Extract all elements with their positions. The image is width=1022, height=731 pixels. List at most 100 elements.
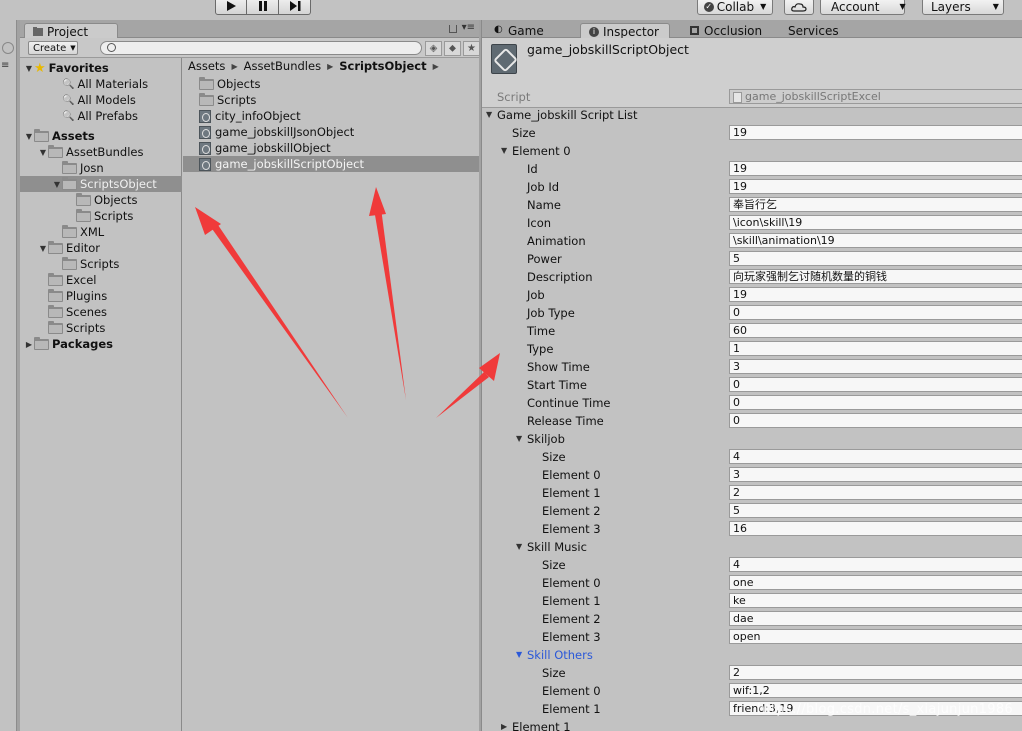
foldout-arrow-icon[interactable]: ▼ bbox=[501, 146, 507, 155]
file-item[interactable]: game_jobskillJsonObject bbox=[183, 124, 479, 140]
foldout-arrow-icon[interactable]: ▼ bbox=[516, 650, 522, 659]
tree-item[interactable]: Scripts bbox=[20, 208, 182, 224]
filter-by-label-icon[interactable]: ⬥ bbox=[444, 41, 461, 56]
tree-item[interactable]: Josn bbox=[20, 160, 182, 176]
tree-item[interactable]: 🔍 All Models bbox=[20, 92, 182, 108]
property-value-field[interactable]: 5 bbox=[729, 503, 1022, 518]
layers-dropdown[interactable]: Layers ▼ bbox=[922, 0, 1004, 15]
foldout-label[interactable]: Element 0 bbox=[512, 144, 571, 158]
property-value: wif:1,2 bbox=[733, 684, 770, 697]
cloud-button[interactable] bbox=[784, 0, 814, 15]
collab-button[interactable]: ✓ Collab ▼ bbox=[697, 0, 773, 15]
property-value-field[interactable]: 向玩家强制乞讨随机数量的铜钱 bbox=[729, 269, 1022, 284]
foldout-arrow-icon[interactable]: ▼ bbox=[516, 434, 522, 443]
property-value: 2 bbox=[733, 666, 740, 679]
property-value-field[interactable]: 60 bbox=[729, 323, 1022, 338]
property-value-field[interactable]: 0 bbox=[729, 413, 1022, 428]
breadcrumb-item[interactable]: AssetBundles bbox=[244, 59, 321, 73]
step-button[interactable] bbox=[279, 0, 311, 15]
collapse-arrow-icon[interactable]: ▼ bbox=[52, 180, 62, 189]
property-value: 向玩家强制乞讨随机数量的铜钱 bbox=[733, 270, 887, 283]
property-value-field[interactable]: 0 bbox=[729, 377, 1022, 392]
tree-item[interactable]: ▶ Packages bbox=[20, 336, 182, 352]
filter-by-type-icon[interactable]: ◈ bbox=[425, 41, 442, 56]
tree-item[interactable]: Plugins bbox=[20, 288, 182, 304]
property-value-field[interactable]: 4 bbox=[729, 449, 1022, 464]
tree-item[interactable]: 🔍 All Materials bbox=[20, 76, 182, 92]
tree-item[interactable]: ▼ Editor bbox=[20, 240, 182, 256]
tree-item[interactable]: Objects bbox=[20, 192, 182, 208]
tab-services[interactable]: Services bbox=[766, 23, 846, 39]
tree-item[interactable]: Scripts bbox=[20, 256, 182, 272]
property-value-field[interactable]: 19 bbox=[729, 161, 1022, 176]
property-value-field[interactable]: 4 bbox=[729, 557, 1022, 572]
search-icon[interactable] bbox=[2, 42, 14, 54]
menu-icon[interactable]: ≡ bbox=[1, 60, 9, 71]
property-value-field[interactable]: 奉旨行乞 bbox=[729, 197, 1022, 212]
tab-inspector[interactable]: i Inspector bbox=[580, 23, 670, 39]
property-value-field[interactable]: \skill\animation\19 bbox=[729, 233, 1022, 248]
foldout-label[interactable]: Skill Music bbox=[527, 540, 587, 554]
property-value: 1 bbox=[733, 342, 740, 355]
tree-item[interactable]: ▼ ★ Favorites bbox=[20, 60, 182, 76]
tab-occlusion[interactable]: Occlusion bbox=[682, 23, 772, 39]
file-item[interactable]: Scripts bbox=[183, 92, 479, 108]
property-value-field[interactable]: open bbox=[729, 629, 1022, 644]
property-value-field[interactable]: 5 bbox=[729, 251, 1022, 266]
file-item[interactable]: city_infoObject bbox=[183, 108, 479, 124]
tree-item[interactable]: Excel bbox=[20, 272, 182, 288]
panel-menu-icon[interactable]: ▾≡ bbox=[462, 22, 475, 33]
tree-item[interactable]: ▼ ScriptsObject bbox=[20, 176, 182, 192]
favorite-star-icon[interactable]: ★ bbox=[463, 41, 480, 56]
file-item[interactable]: Objects bbox=[183, 76, 479, 92]
property-value-field[interactable]: 3 bbox=[729, 467, 1022, 482]
property-value-field[interactable]: 0 bbox=[729, 305, 1022, 320]
pause-button[interactable] bbox=[247, 0, 279, 15]
foldout-arrow-icon[interactable]: ▼ bbox=[516, 542, 522, 551]
property-value-field[interactable]: 0 bbox=[729, 395, 1022, 410]
lock-icon[interactable] bbox=[449, 25, 457, 33]
file-item[interactable]: game_jobskillObject bbox=[183, 140, 479, 156]
panel-edge-header bbox=[0, 22, 16, 36]
breadcrumb-item[interactable]: Assets bbox=[188, 59, 225, 73]
property-value-field[interactable]: one bbox=[729, 575, 1022, 590]
collapse-arrow-icon[interactable]: ▼ bbox=[24, 64, 34, 73]
tree-item[interactable]: XML bbox=[20, 224, 182, 240]
breadcrumb-item[interactable]: ScriptsObject bbox=[339, 59, 426, 73]
tree-item[interactable]: Scripts bbox=[20, 320, 182, 336]
collapse-arrow-icon[interactable]: ▼ bbox=[38, 244, 48, 253]
property-value-field[interactable]: dae bbox=[729, 611, 1022, 626]
script-reference-field[interactable]: game_jobskillScriptExcel bbox=[729, 89, 1022, 104]
project-search-input[interactable] bbox=[100, 41, 422, 55]
property-value-field[interactable]: 2 bbox=[729, 665, 1022, 680]
property-value-field[interactable]: 16 bbox=[729, 521, 1022, 536]
tree-item[interactable]: ▼ AssetBundles bbox=[20, 144, 182, 160]
foldout-label[interactable]: Element 1 bbox=[512, 720, 571, 731]
collapse-arrow-icon[interactable]: ▼ bbox=[24, 132, 34, 141]
property-value-field[interactable]: 1 bbox=[729, 341, 1022, 356]
property-value-field[interactable]: \icon\skill\19 bbox=[729, 215, 1022, 230]
property-value-field[interactable]: ke bbox=[729, 593, 1022, 608]
tree-item[interactable]: Scenes bbox=[20, 304, 182, 320]
property-value-field[interactable]: wif:1,2 bbox=[729, 683, 1022, 698]
account-dropdown[interactable]: Account ▼ bbox=[820, 0, 906, 15]
collapse-arrow-icon[interactable]: ▼ bbox=[38, 148, 48, 157]
tab-project[interactable]: Project bbox=[24, 23, 118, 39]
property-value-field[interactable]: 19 bbox=[729, 125, 1022, 140]
property-value-field[interactable]: 19 bbox=[729, 179, 1022, 194]
foldout-arrow-icon[interactable]: ▶ bbox=[501, 722, 507, 731]
expand-arrow-icon[interactable]: ▶ bbox=[24, 340, 34, 349]
property-value-field[interactable]: 3 bbox=[729, 359, 1022, 374]
file-item[interactable]: game_jobskillScriptObject bbox=[183, 156, 479, 172]
tree-item[interactable]: ▼ Assets bbox=[20, 128, 182, 144]
tree-item[interactable]: 🔍 All Prefabs bbox=[20, 108, 182, 124]
foldout-label[interactable]: Skiljob bbox=[527, 432, 565, 446]
foldout-label[interactable]: Skill Others bbox=[527, 648, 593, 662]
tab-game[interactable]: ◐ Game bbox=[486, 23, 566, 39]
foldout-arrow-icon[interactable]: ▼ bbox=[486, 110, 492, 119]
create-button[interactable]: Create ▼ bbox=[28, 41, 78, 55]
property-value-field[interactable]: 19 bbox=[729, 287, 1022, 302]
property-value-field[interactable]: 2 bbox=[729, 485, 1022, 500]
foldout-label[interactable]: Game_jobskill Script List bbox=[497, 108, 638, 122]
play-button[interactable] bbox=[215, 0, 247, 15]
